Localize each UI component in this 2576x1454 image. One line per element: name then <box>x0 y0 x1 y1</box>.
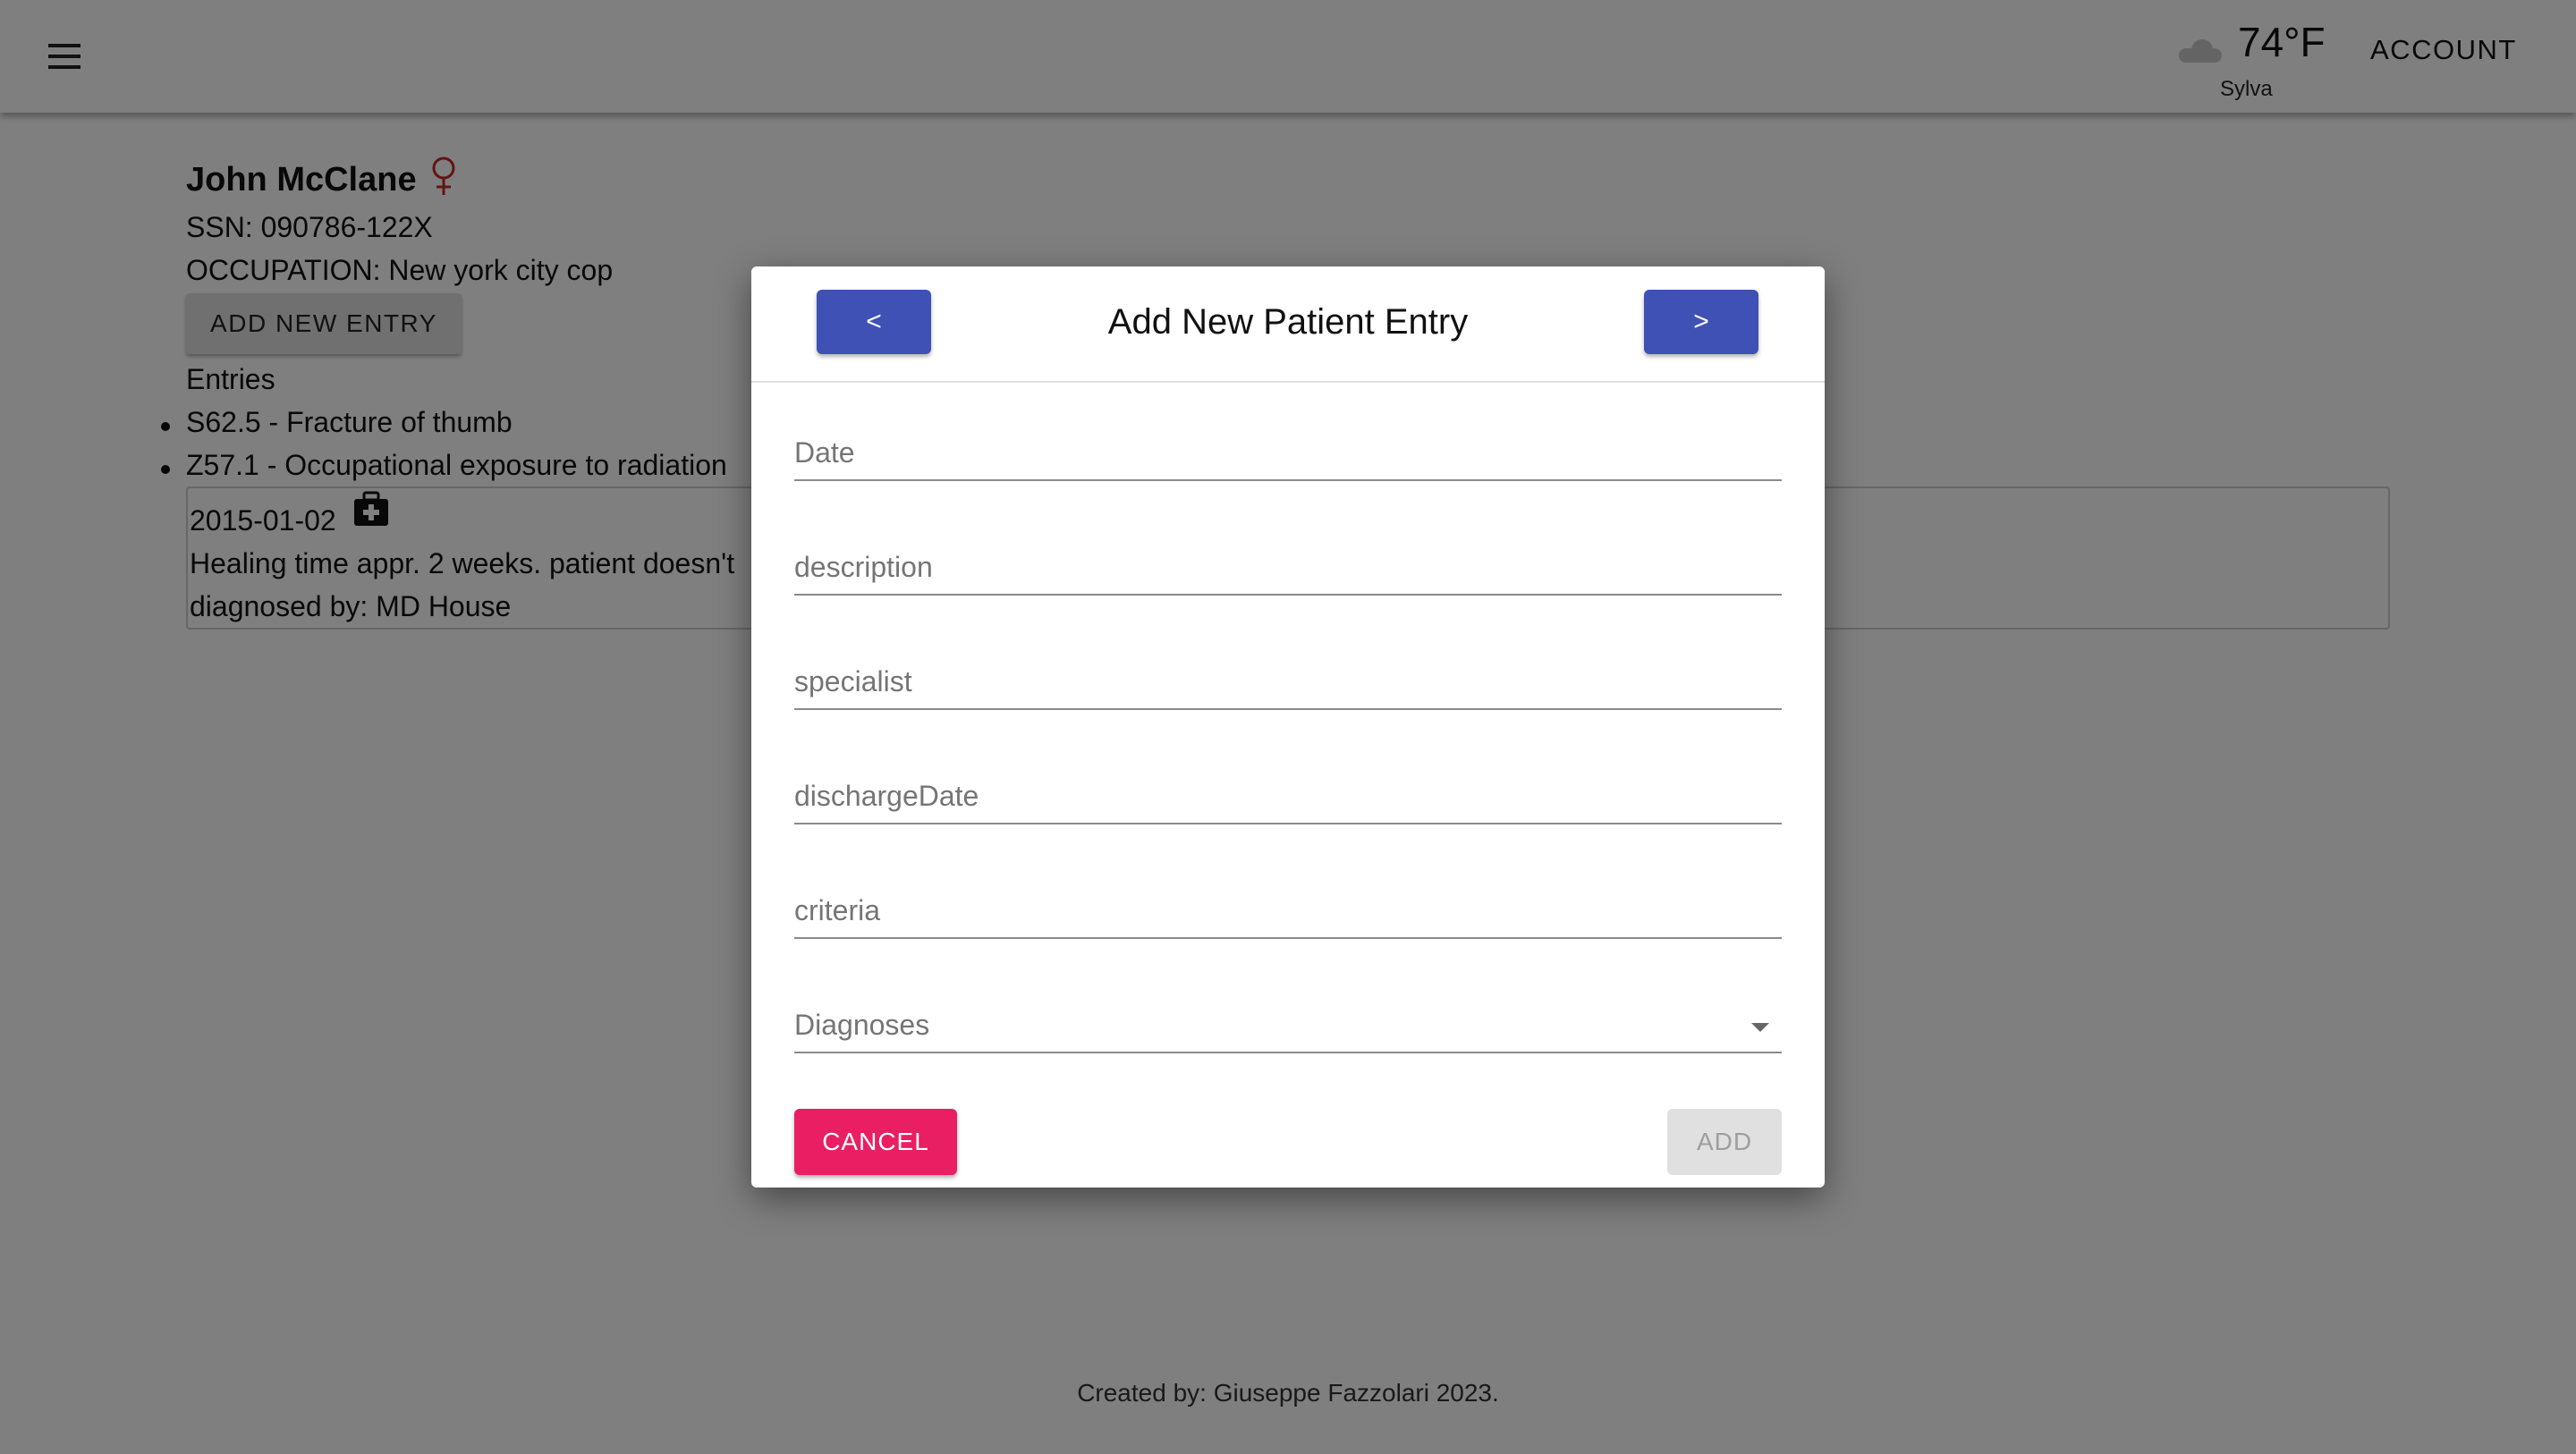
diagnoses-label: Diagnoses <box>794 1009 930 1041</box>
criteria-label: criteria <box>794 894 881 926</box>
discharge-date-label: dischargeDate <box>794 780 979 812</box>
specialist-field[interactable]: specialist <box>794 638 1782 710</box>
chevron-down-icon[interactable] <box>1751 1023 1769 1032</box>
cancel-button[interactable]: CANCEL <box>794 1109 957 1175</box>
specialist-label: specialist <box>794 665 912 697</box>
dialog-header: < Add New Patient Entry > <box>751 266 1825 383</box>
description-label: description <box>794 551 933 583</box>
date-field[interactable]: Date <box>794 410 1782 481</box>
dialog-title: Add New Patient Entry <box>1107 302 1469 342</box>
description-field[interactable]: description <box>794 524 1782 596</box>
next-button[interactable]: > <box>1644 290 1758 354</box>
diagnoses-select[interactable]: Diagnoses <box>794 982 1782 1053</box>
discharge-date-field[interactable]: dischargeDate <box>794 753 1782 824</box>
add-entry-dialog: < Add New Patient Entry > Date descripti… <box>751 266 1825 1188</box>
criteria-field[interactable]: criteria <box>794 867 1782 939</box>
date-label: Date <box>794 436 855 469</box>
previous-button[interactable]: < <box>817 290 931 354</box>
add-button[interactable]: ADD <box>1667 1109 1782 1175</box>
